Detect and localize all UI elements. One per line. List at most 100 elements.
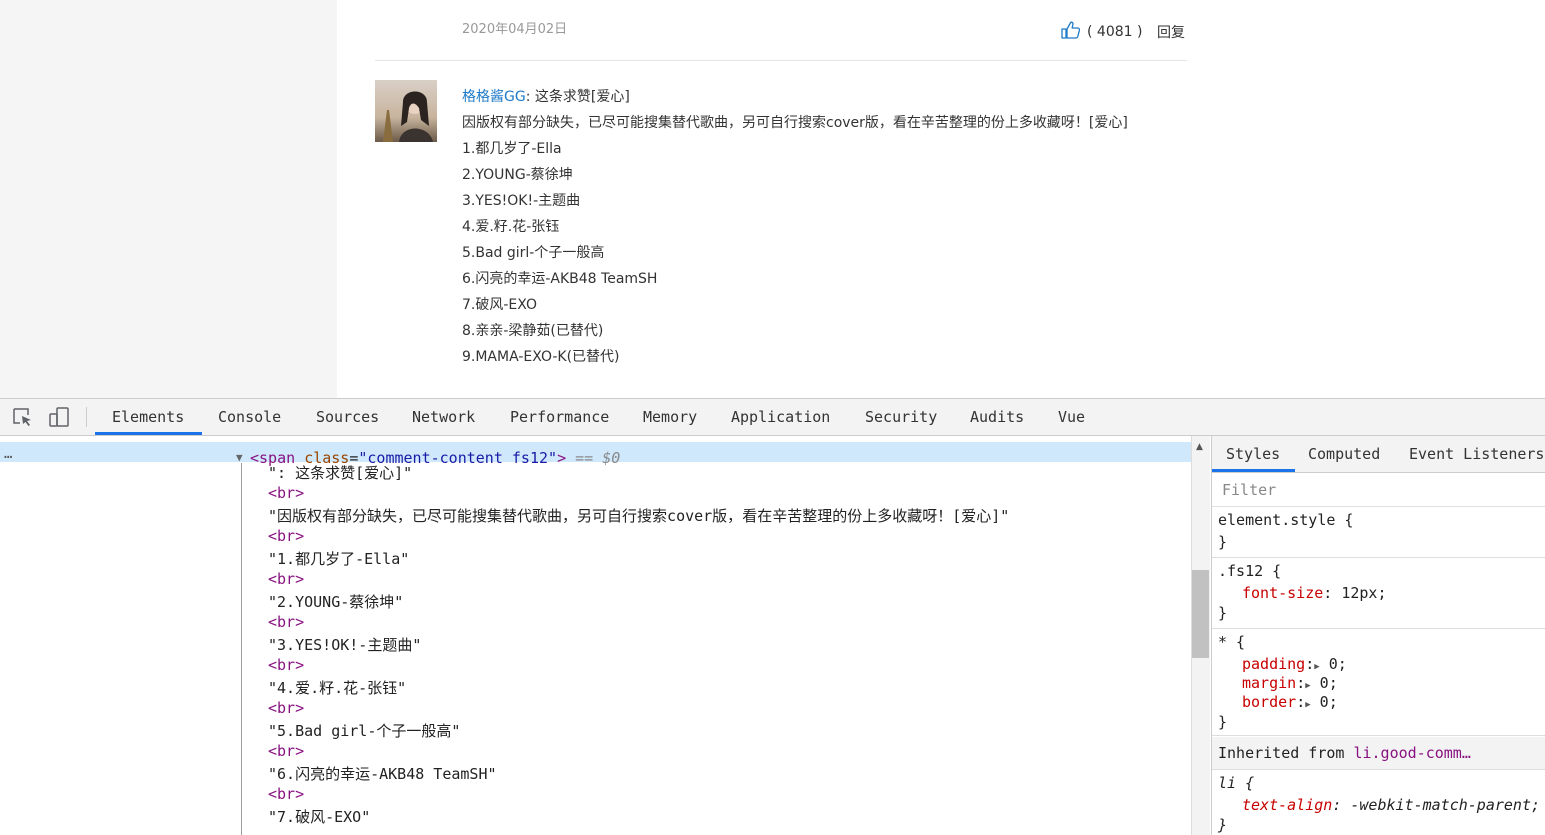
text-node[interactable]: "4.爱.籽.花-张钰" [268, 677, 406, 698]
br-node[interactable]: <br> [268, 699, 304, 717]
css-value: -webkit-match-parent; [1341, 796, 1541, 814]
tab-styles[interactable]: Styles [1226, 436, 1280, 472]
selected-node-row[interactable]: … ▼ <span class="comment-content fs12"> … [0, 442, 1191, 467]
text-node[interactable]: "1.都几岁了-Ella" [268, 548, 409, 569]
rule-declaration[interactable]: text-align: -webkit-match-parent; [1242, 796, 1540, 814]
tab-network[interactable]: Network [412, 399, 475, 435]
rule-selector: li { [1218, 774, 1255, 792]
styles-pane: Styles Computed Event Listeners element.… [1211, 436, 1545, 835]
br-node[interactable]: <br> [268, 656, 304, 674]
console-ref: == $0 [575, 449, 621, 467]
css-property: padding [1242, 655, 1306, 673]
inherited-source-link[interactable]: li.good-comm… [1353, 744, 1470, 762]
styles-filter [1212, 473, 1545, 507]
comment-body: 格格酱GG: 这条求赞[爱心] 因版权有部分缺失，已尽可能搜集替代歌曲，另可自行… [462, 84, 1128, 370]
elements-tree[interactable]: … ▼ <span class="comment-content fs12"> … [0, 436, 1191, 835]
rule-selector: element.style { [1218, 511, 1354, 529]
thumbs-up-icon [1061, 21, 1081, 43]
active-tab-indicator [95, 432, 202, 435]
rule-declaration[interactable]: margin:▶ 0; [1242, 674, 1338, 692]
comment-line: 5.Bad girl-个子一般高 [462, 245, 605, 261]
br-node[interactable]: <br> [268, 527, 304, 545]
css-property: border [1242, 693, 1297, 711]
comment-line: 因版权有部分缺失，已尽可能搜集替代歌曲，另可自行搜索cover版，看在辛苦整理的… [462, 115, 1128, 131]
elements-scrollbar[interactable]: ▲ [1191, 436, 1210, 835]
tab-security[interactable]: Security [865, 399, 937, 435]
tab-event-listeners[interactable]: Event Listeners [1409, 436, 1544, 472]
tab-vue[interactable]: Vue [1058, 399, 1085, 435]
comment-line: 1.都几岁了-Ella [462, 141, 562, 157]
css-value: 0; [1310, 693, 1338, 711]
br-node[interactable]: <br> [268, 613, 304, 631]
comment-line: 4.爱.籽.花-张钰 [462, 219, 560, 235]
css-value: 0; [1319, 655, 1347, 673]
left-gutter [0, 0, 337, 398]
inherited-header: Inherited from li.good-comm… [1212, 737, 1545, 770]
tab-performance[interactable]: Performance [510, 399, 609, 435]
avatar[interactable] [375, 80, 437, 142]
comment-line: 9.MAMA-EXO-K(已替代) [462, 349, 620, 365]
comment-line: 2.YOUNG-蔡徐坤 [462, 167, 573, 183]
css-value: 0; [1310, 674, 1338, 692]
rule-element-style[interactable]: element.style { } [1212, 507, 1545, 558]
tab-computed[interactable]: Computed [1308, 436, 1380, 472]
rule-declaration[interactable]: font-size: 12px; [1242, 584, 1387, 602]
br-node[interactable]: <br> [268, 785, 304, 803]
rule-universal[interactable]: * { padding:▶ 0; margin:▶ 0; border:▶ 0;… [1212, 629, 1545, 736]
device-toolbar-icon[interactable] [48, 407, 70, 427]
styles-tabs: Styles Computed Event Listeners [1212, 436, 1545, 473]
rule-declaration[interactable]: padding:▶ 0; [1242, 655, 1347, 673]
indent-guide [241, 463, 242, 835]
comment-line: 8.亲亲-梁静茹(已替代) [462, 323, 604, 339]
comment-line: 6.闪亮的幸运-AKB48 TeamSH [462, 271, 658, 287]
web-page: 2020年04月02日 ( 4081 ) 回复 格格酱GG: 这条求赞[爱心] … [0, 0, 1545, 398]
rule-selector: * { [1218, 633, 1246, 651]
comment-line: 7.破风-EXO [462, 297, 537, 313]
text-node[interactable]: ": 这条求赞[爱心]" [268, 462, 412, 483]
css-property: font-size [1242, 584, 1324, 602]
rule-close: } [1218, 713, 1228, 731]
inspect-element-icon[interactable] [12, 407, 34, 427]
scroll-up-arrow-icon[interactable]: ▲ [1196, 442, 1203, 452]
text-node[interactable]: "2.YOUNG-蔡徐坤" [268, 591, 403, 612]
rule-close: } [1218, 533, 1228, 551]
reply-button[interactable]: 回复 [1157, 22, 1185, 42]
tab-memory[interactable]: Memory [643, 399, 697, 435]
active-styles-tab-indicator [1212, 469, 1295, 472]
tab-sources[interactable]: Sources [316, 399, 379, 435]
rule-li[interactable]: li { text-align: -webkit-match-parent; } [1212, 770, 1545, 835]
text-node[interactable]: "3.YES!OK!-主题曲" [268, 634, 421, 655]
rule-fs12[interactable]: .fs12 { font-size: 12px; } [1212, 558, 1545, 629]
css-value: 12px; [1332, 584, 1387, 602]
tab-audits[interactable]: Audits [970, 399, 1024, 435]
tag-close: > [557, 449, 567, 467]
css-property: text-align [1242, 796, 1333, 814]
tab-elements[interactable]: Elements [112, 399, 184, 435]
comment-date: 2020年04月02日 [462, 22, 568, 37]
toolbar-separator [86, 407, 87, 427]
text-node[interactable]: "6.闪亮的幸运-AKB48 TeamSH" [268, 763, 497, 784]
node-actions-icon[interactable]: … [4, 446, 13, 462]
br-node[interactable]: <br> [268, 570, 304, 588]
tab-application[interactable]: Application [731, 399, 830, 435]
br-node[interactable]: <br> [268, 742, 304, 760]
rule-close: } [1218, 816, 1228, 834]
clipped-node-above [330, 436, 440, 440]
text-node[interactable]: "5.Bad girl-个子一般高" [268, 720, 460, 741]
css-property: margin [1242, 674, 1297, 692]
rule-declaration[interactable]: border:▶ 0; [1242, 693, 1338, 711]
comment-text: : 这条求赞[爱心] [525, 89, 630, 105]
rule-selector: .fs12 { [1218, 562, 1282, 580]
text-node[interactable]: "因版权有部分缺失，已尽可能搜集替代歌曲，另可自行搜索cover版，看在辛苦整理… [268, 505, 1009, 526]
comment-divider [375, 60, 1187, 61]
like-button[interactable]: ( 4081 ) [1061, 21, 1142, 43]
comment-header: 格格酱GG: 这条求赞[爱心] [462, 84, 1128, 110]
br-node[interactable]: <br> [268, 484, 304, 502]
like-count: ( 4081 ) [1087, 24, 1143, 40]
filter-input[interactable] [1220, 479, 1524, 501]
rule-close: } [1218, 604, 1228, 622]
tab-console[interactable]: Console [218, 399, 281, 435]
comment-username[interactable]: 格格酱GG [462, 89, 526, 105]
scroll-thumb[interactable] [1192, 570, 1209, 658]
text-node[interactable]: "7.破风-EXO" [268, 806, 370, 827]
